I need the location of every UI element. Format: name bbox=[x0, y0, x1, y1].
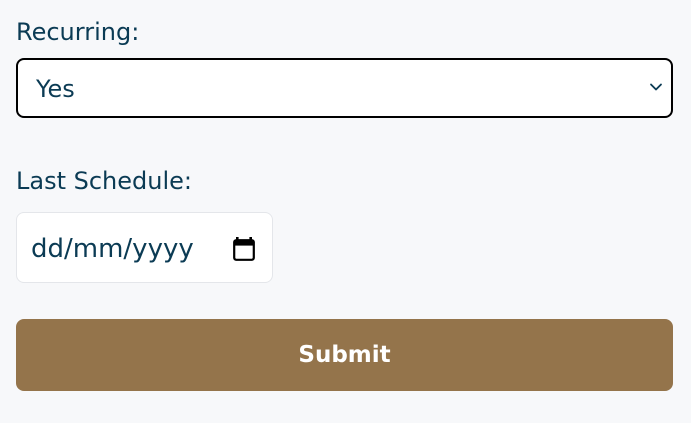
date-placeholder: dd/mm/yyyy bbox=[31, 234, 194, 264]
chevron-down-icon bbox=[650, 83, 662, 91]
recurring-label: Recurring: bbox=[16, 18, 140, 46]
last-schedule-label: Last Schedule: bbox=[16, 167, 192, 195]
recurring-selected-value: Yes bbox=[36, 75, 75, 103]
calendar-icon[interactable] bbox=[233, 237, 255, 261]
last-schedule-date-input[interactable]: dd/mm/yyyy bbox=[16, 212, 273, 283]
recurring-select[interactable]: Yes bbox=[16, 58, 673, 118]
submit-button[interactable]: Submit bbox=[16, 319, 673, 391]
